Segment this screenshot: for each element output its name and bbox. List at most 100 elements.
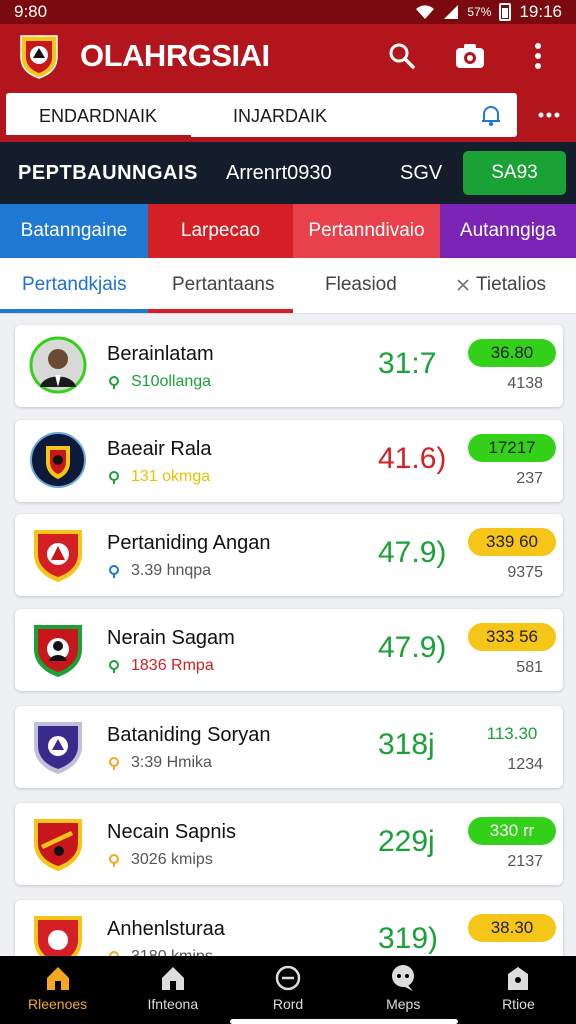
item-small: 9375 (507, 564, 543, 581)
nav-item-2[interactable]: Ifnteona (115, 956, 230, 1024)
item-pill[interactable]: 113.30 (468, 720, 556, 748)
player-avatar (29, 336, 87, 394)
subtab-4-label: Tietalios (476, 274, 547, 295)
sub-tabs: Pertandkjais Pertantaans Fleasiod Tietal… (0, 258, 576, 314)
subtab-3[interactable]: Fleasiod (325, 274, 397, 296)
list-item[interactable]: Necain Sapnis 3026 kmips 229j 330 rr 213… (15, 803, 563, 885)
nav-item-5[interactable]: Rtioe (461, 956, 576, 1024)
status-time: 9:80 (14, 2, 48, 21)
location-pin-icon (109, 471, 119, 484)
item-sub: 3026 kmips (107, 851, 213, 869)
team-crest (34, 819, 82, 871)
home-icon (46, 967, 69, 990)
score-bar-match: Arrenrt0930 (226, 162, 332, 184)
item-pill[interactable]: 339 60 (468, 528, 556, 556)
overflow-menu-button[interactable] (518, 36, 558, 76)
battery-percent: 57% (467, 5, 492, 19)
search-tab-left[interactable]: ENDARDNAIK (39, 106, 157, 127)
nav-label: Ifnteona (147, 996, 199, 1012)
search-row: ENDARDNAIK INJARDAIK (0, 88, 576, 142)
item-score: 31:7 (378, 347, 437, 380)
location-pin-icon (109, 376, 119, 389)
camera-button[interactable] (450, 36, 490, 76)
item-small: 581 (516, 659, 543, 676)
item-sub: S10ollanga (107, 373, 211, 391)
item-sub: 3:39 Hmika (107, 754, 212, 772)
item-pill[interactable]: 38.30 (468, 914, 556, 942)
nav-label: Rtioe (502, 996, 535, 1012)
list-item[interactable]: Baeair Rala 131 okmga 41.6) 17217 237 (15, 420, 563, 502)
chat-icon (392, 965, 415, 991)
more-horizontal-button[interactable] (522, 93, 576, 137)
score-bar-button[interactable]: SA93 (463, 151, 566, 195)
location-pin-icon (109, 565, 119, 578)
category-tab-2[interactable]: Larpecao (148, 204, 293, 258)
subtab-2[interactable]: Pertantaans (172, 274, 274, 296)
bag-icon (508, 967, 529, 990)
item-pill[interactable]: 17217 (468, 434, 556, 462)
subtab-4[interactable]: Tietalios (456, 274, 546, 296)
bell-icon[interactable] (479, 103, 503, 127)
camera-icon (456, 44, 484, 68)
item-name: Anhenlsturaa (107, 918, 225, 940)
item-score: 229j (378, 825, 435, 858)
item-name: Necain Sapnis (107, 821, 236, 843)
nav-label: Rord (272, 996, 304, 1012)
subtab-1[interactable]: Pertandkjais (22, 274, 127, 296)
item-sub-text: 3.39 hnqpa (131, 562, 212, 579)
item-pill[interactable]: 36.80 (468, 339, 556, 367)
item-sub: 3.39 hnqpa (107, 562, 211, 580)
category-tab-1[interactable]: Batanngaine (0, 204, 148, 258)
category-tab-3[interactable]: Pertanndivaio (293, 204, 440, 258)
item-sub-text: 1836 Rmpa (131, 657, 214, 674)
location-pin-icon (109, 660, 119, 673)
house-icon (161, 967, 184, 990)
nav-item-4[interactable]: Meps (346, 956, 461, 1024)
item-score: 41.6) (378, 442, 447, 475)
list-item[interactable]: Berainlatam S10ollanga 31:7 36.80 4138 (15, 325, 563, 407)
item-small: 2137 (507, 853, 543, 870)
list-item[interactable]: Nerain Sagam 1836 Rmpa 47.9) 333 56 581 (15, 609, 563, 691)
item-sub-text: 3026 kmips (131, 851, 213, 868)
battery-icon (499, 3, 512, 21)
status-clock: 19:16 (519, 2, 562, 21)
nav-item-3[interactable]: Rord (230, 956, 345, 1024)
item-sub: 131 okmga (107, 468, 210, 486)
item-pill[interactable]: 330 rr (468, 817, 556, 845)
list-item[interactable]: Pertaniding Angan 3.39 hnqpa 47.9) 339 6… (15, 514, 563, 596)
more-vertical-icon (535, 43, 541, 69)
nav-label: Meps (386, 996, 421, 1012)
item-small: 1234 (507, 756, 543, 773)
signal-icon (444, 5, 459, 19)
category-tab-4[interactable]: Autanngiga (440, 204, 576, 258)
team-crest (34, 722, 82, 774)
score-bar-code: SGV (400, 162, 443, 184)
search-icon (389, 43, 415, 69)
search-input[interactable]: ENDARDNAIK INJARDAIK (6, 93, 517, 139)
item-small: 4138 (507, 375, 543, 392)
location-pin-icon (109, 757, 119, 770)
item-score: 318j (378, 728, 435, 761)
nav-label: Rleenoes (28, 996, 88, 1012)
bottom-nav: Rleenoes Ifnteona Rord Meps Rtioe (0, 956, 576, 1024)
item-sub-text: 3:39 Hmika (131, 754, 212, 771)
app-bar: OLAHRGSIAI (0, 24, 576, 88)
item-small: 237 (516, 470, 543, 487)
item-name: Berainlatam (107, 343, 214, 365)
list-item[interactable]: Bataniding Soryan 3:39 Hmika 318j 113.30… (15, 706, 563, 788)
item-sub-text: 131 okmga (131, 468, 211, 485)
status-bar: 9:80 57% 19:16 (0, 0, 576, 24)
item-name: Nerain Sagam (107, 627, 235, 649)
location-pin-icon (109, 854, 119, 867)
search-button[interactable] (382, 36, 422, 76)
search-tab-indicator (6, 135, 191, 139)
more-horizontal-icon (538, 112, 560, 118)
nav-item-home[interactable]: Rleenoes (0, 956, 115, 1024)
home-indicator (230, 1019, 458, 1024)
item-sub: 1836 Rmpa (107, 657, 214, 675)
circle-icon (275, 965, 301, 991)
team-crest (34, 530, 82, 582)
search-tab-mid[interactable]: INJARDAIK (233, 106, 327, 127)
item-score: 47.9) (378, 631, 447, 664)
item-pill[interactable]: 333 56 (468, 623, 556, 651)
